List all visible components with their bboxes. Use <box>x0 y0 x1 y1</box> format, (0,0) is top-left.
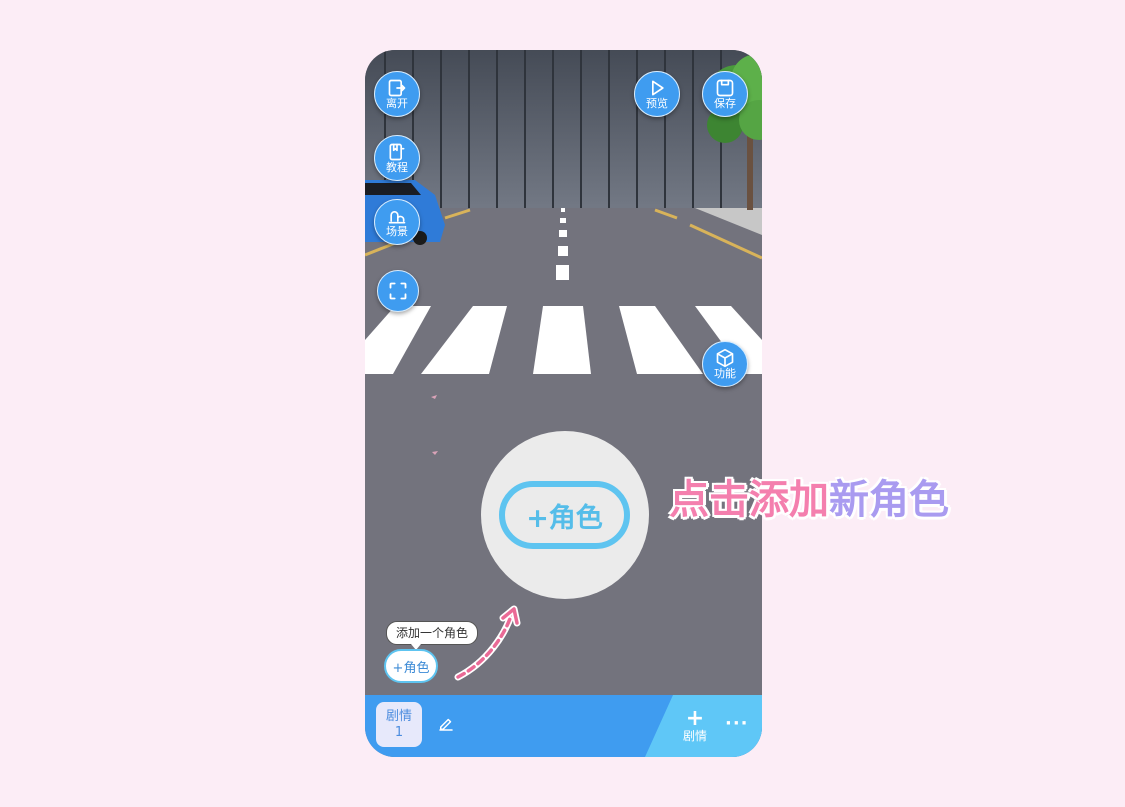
fullscreen-icon <box>389 282 407 300</box>
scene-label: 场景 <box>386 225 408 238</box>
save-icon <box>716 79 734 97</box>
cube-icon <box>716 348 734 368</box>
save-label: 保存 <box>714 97 736 110</box>
add-role-tooltip: 添加一个角色 <box>386 621 479 650</box>
scene-button[interactable]: 场景 <box>374 199 420 245</box>
edit-icon[interactable] <box>437 715 455 733</box>
leave-label: 离开 <box>386 97 408 110</box>
save-button[interactable]: 保存 <box>702 71 748 117</box>
bottom-bar: 剧情 1 + 剧情 ··· <box>365 695 762 757</box>
exit-icon <box>388 79 406 97</box>
highlight-spotlight: +角色 <box>481 431 649 599</box>
plot-tab-label: 剧情 <box>385 708 412 724</box>
add-plot-button[interactable]: + 剧情 <box>677 706 713 745</box>
leave-button[interactable]: 离开 <box>374 71 420 117</box>
hint-text-part1: 点击添加 <box>669 477 829 523</box>
preview-button[interactable]: 预览 <box>634 71 680 117</box>
tutorial-icon <box>389 143 405 161</box>
add-role-button[interactable]: +角色 <box>384 649 438 683</box>
more-icon[interactable]: ··· <box>725 713 749 734</box>
highlighted-add-role-button[interactable]: +角色 <box>499 481 630 549</box>
plus-icon: + <box>685 706 705 731</box>
play-icon <box>652 80 664 96</box>
tutorial-label: 教程 <box>386 161 408 174</box>
function-button[interactable]: 功能 <box>702 341 748 387</box>
app-screen: 离开 教程 场景 预览 保存 功能 +角色 添加一个角色 +角色 剧情 1 + … <box>365 50 762 757</box>
plot-tab[interactable]: 剧情 1 <box>376 702 422 747</box>
scene-icon <box>388 211 406 224</box>
fullscreen-button[interactable] <box>377 270 419 312</box>
tutorial-button[interactable]: 教程 <box>374 135 420 181</box>
function-label: 功能 <box>714 367 736 380</box>
add-plot-label: 剧情 <box>682 729 707 743</box>
preview-label: 预览 <box>646 97 668 110</box>
plot-tab-number: 1 <box>394 724 404 740</box>
hint-text: 点击添加新角色 <box>669 467 949 525</box>
hint-text-part2: 新角色 <box>829 477 949 523</box>
